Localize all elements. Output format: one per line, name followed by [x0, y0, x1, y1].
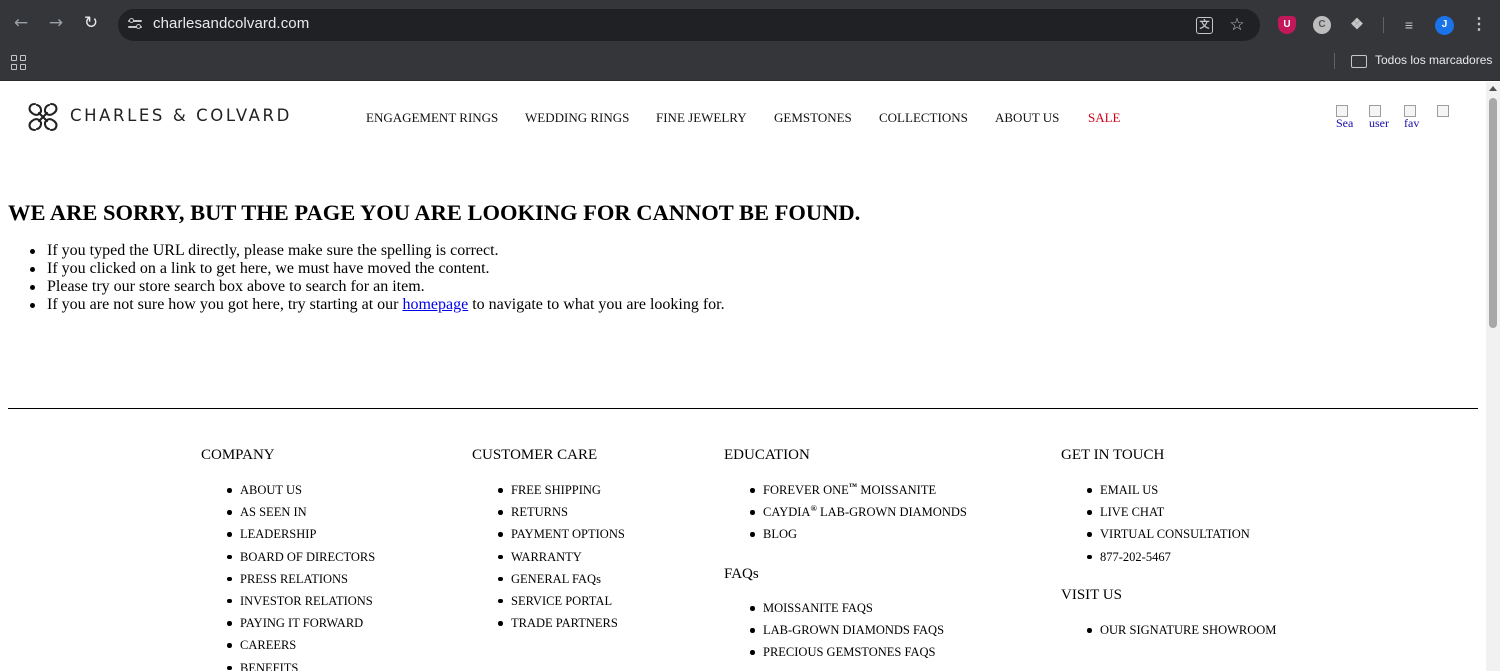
nav-wedding-rings[interactable]: WEDDING RINGS	[525, 110, 629, 126]
search-icon[interactable]: Sea	[1336, 105, 1362, 127]
footer-link-email-us[interactable]: EMAIL US	[1087, 482, 1250, 504]
footer-link-signature-showroom[interactable]: OUR SIGNATURE SHOWROOM	[1086, 622, 1276, 644]
footer-link-returns[interactable]: RETURNS	[498, 504, 625, 526]
nav-collections[interactable]: COLLECTIONS	[879, 110, 968, 126]
footer-link-payment-options[interactable]: PAYMENT OPTIONS	[498, 526, 625, 548]
extensions-puzzle-icon[interactable]: ❖	[1348, 16, 1366, 34]
bookmarks-bar	[0, 48, 1500, 81]
footer-link-investor-relations[interactable]: INVESTOR RELATIONS	[226, 593, 375, 615]
footer-link-paying-it-forward[interactable]: PAYING IT FORWARD	[226, 615, 375, 637]
footer-link-virtual-consultation[interactable]: VIRTUAL CONSULTATION	[1087, 526, 1250, 548]
all-bookmarks-label[interactable]: Todos los marcadores	[1375, 53, 1492, 67]
footer-link-leadership[interactable]: LEADERSHIP	[226, 526, 375, 548]
nav-fine-jewelry[interactable]: FINE JEWELRY	[656, 110, 747, 126]
extension-c-icon[interactable]: C	[1313, 16, 1331, 34]
footer-link-trade-partners[interactable]: TRADE PARTNERS	[498, 615, 625, 637]
footer-link-warranty[interactable]: WARRANTY	[498, 549, 625, 571]
user-icon[interactable]: user	[1369, 105, 1395, 127]
list-item: If you typed the URL directly, please ma…	[30, 242, 725, 260]
search-icon-alt: Sea	[1336, 116, 1354, 127]
media-control-icon[interactable]: ≡	[1400, 16, 1418, 34]
scroll-up-arrow-icon[interactable]	[1489, 86, 1497, 91]
footer-link-forever-one-moissanite[interactable]: FOREVER ONE™ MOISSANITE	[750, 480, 967, 504]
footer-link-general-faqs[interactable]: GENERAL FAQs	[498, 571, 625, 593]
menu-kebab-icon[interactable]: ⋮	[1470, 16, 1488, 34]
footer-link-live-chat[interactable]: LIVE CHAT	[1087, 504, 1250, 526]
translate-icon[interactable]: 文	[1196, 17, 1213, 34]
footer-link-moissanite-faqs[interactable]: MOISSANITE FAQS	[749, 600, 944, 622]
bookmark-star-icon[interactable]: ☆	[1227, 15, 1247, 35]
list-item: If you are not sure how you got here, tr…	[30, 296, 725, 314]
page-scrollbar[interactable]	[1486, 82, 1500, 671]
forward-button[interactable]: →	[46, 13, 66, 33]
nav-engagement-rings[interactable]: ENGAGEMENT RINGS	[366, 110, 498, 126]
moissanite-label: MOISSANITE	[857, 483, 937, 497]
folder-icon[interactable]	[1351, 55, 1367, 68]
footer-link-careers[interactable]: CAREERS	[226, 637, 375, 659]
footer-divider	[8, 408, 1478, 409]
charles-colvard-logo-icon[interactable]	[26, 100, 60, 134]
footer-heading-get-in-touch: GET IN TOUCH	[1061, 447, 1165, 463]
list-item: If you clicked on a link to get here, we…	[30, 260, 725, 278]
footer-link-free-shipping[interactable]: FREE SHIPPING	[498, 482, 625, 504]
footer-list-education: FOREVER ONE™ MOISSANITE CAYDIA® LAB-GROW…	[750, 480, 967, 549]
footer-list-company: ABOUT US AS SEEN IN LEADERSHIP BOARD OF …	[226, 482, 375, 671]
nav-sale[interactable]: SALE	[1088, 110, 1121, 126]
lab-grown-diamonds-label: LAB-GROWN DIAMONDS	[816, 505, 967, 520]
bookmarks-divider	[1334, 53, 1335, 69]
footer-heading-customer-care: CUSTOMER CARE	[472, 447, 598, 463]
nav-about-us[interactable]: ABOUT US	[995, 110, 1059, 126]
forever-one-label: FOREVER ONE	[763, 483, 849, 497]
site-info-icon[interactable]	[128, 17, 142, 31]
favorites-icon[interactable]: fav	[1404, 105, 1430, 127]
toolbar-divider	[1383, 17, 1384, 33]
footer-link-board-of-directors[interactable]: BOARD OF DIRECTORS	[226, 549, 375, 571]
back-button[interactable]: ←	[11, 13, 31, 33]
footer-link-service-portal[interactable]: SERVICE PORTAL	[498, 593, 625, 615]
footer-link-press-relations[interactable]: PRESS RELATIONS	[226, 571, 375, 593]
footer-link-lab-grown-diamonds-faqs[interactable]: LAB-GROWN DIAMONDS FAQS	[749, 622, 944, 644]
reload-button[interactable]: ↻	[81, 13, 101, 33]
favorites-icon-alt: fav	[1404, 116, 1420, 127]
nav-gemstones[interactable]: GEMSTONES	[774, 110, 852, 126]
page-title: WE ARE SORRY, BUT THE PAGE YOU ARE LOOKI…	[8, 200, 861, 225]
list-item: Please try our store search box above to…	[30, 278, 725, 296]
url-text[interactable]: charlesandcolvard.com	[153, 15, 309, 32]
trademark-mark: ™	[848, 480, 858, 491]
footer-list-faqs: MOISSANITE FAQS LAB-GROWN DIAMONDS FAQS …	[749, 600, 944, 667]
scrollbar-thumb[interactable]	[1489, 98, 1497, 328]
footer-list-visit-us: OUR SIGNATURE SHOWROOM	[1086, 622, 1276, 644]
footer-heading-company: COMPANY	[201, 447, 275, 463]
profile-avatar[interactable]: J	[1435, 16, 1454, 35]
footer-link-phone[interactable]: 877-202-5467	[1087, 549, 1250, 571]
footer-list-get-in-touch: EMAIL US LIVE CHAT VIRTUAL CONSULTATION …	[1087, 482, 1250, 571]
help-list: If you typed the URL directly, please ma…	[30, 242, 725, 314]
brand-name[interactable]: CHARLES & COLVARD	[70, 106, 292, 125]
list-item-text: If you are not sure how you got here, tr…	[47, 296, 403, 313]
user-icon-alt: user	[1369, 116, 1389, 127]
footer-link-precious-gemstones-faqs[interactable]: PRECIOUS GEMSTONES FAQS	[749, 644, 944, 666]
footer-link-blog[interactable]: BLOG	[750, 526, 967, 548]
footer-link-caydia-lab-grown-diamonds[interactable]: CAYDIA® LAB-GROWN DIAMONDS	[750, 504, 967, 526]
address-bar[interactable]: charlesandcolvard.com 文 ☆	[118, 9, 1260, 41]
footer-heading-faqs: FAQs	[724, 566, 759, 582]
footer-link-about-us[interactable]: ABOUT US	[226, 482, 375, 504]
footer-heading-education: EDUCATION	[724, 447, 810, 463]
footer-heading-visit-us: VISIT US	[1061, 587, 1122, 603]
ublock-extension-icon[interactable]: U	[1278, 16, 1296, 34]
apps-grid-icon[interactable]	[11, 55, 27, 71]
footer-list-customer-care: FREE SHIPPING RETURNS PAYMENT OPTIONS WA…	[498, 482, 625, 637]
footer-link-benefits[interactable]: BENEFITS	[226, 660, 375, 671]
cart-icon[interactable]	[1437, 105, 1455, 127]
caydia-label: CAYDIA	[763, 505, 811, 520]
footer-link-as-seen-in[interactable]: AS SEEN IN	[226, 504, 375, 526]
homepage-link[interactable]: homepage	[402, 296, 468, 313]
list-item-text: to navigate to what you are looking for.	[468, 296, 725, 313]
